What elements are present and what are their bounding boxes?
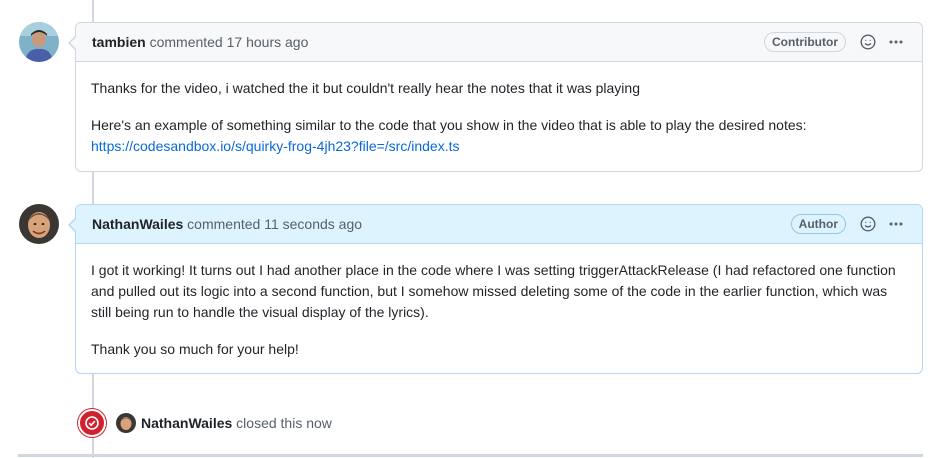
comment-action: commented bbox=[149, 34, 223, 50]
comment-nathanwailes: NathanWailes commented 11 seconds ago Au… bbox=[68, 204, 923, 376]
comment-header: NathanWailes commented 11 seconds ago Au… bbox=[76, 205, 922, 244]
kebab-horizontal-icon[interactable] bbox=[886, 214, 906, 234]
comment-header-text: tambien commented 17 hours ago bbox=[92, 34, 764, 50]
comment-paragraph: I got it working! It turns out I had ano… bbox=[91, 262, 896, 320]
codesandbox-link[interactable]: https://codesandbox.io/s/quirky-frog-4jh… bbox=[91, 138, 459, 154]
comment-paragraph: Here's an example of something similar t… bbox=[91, 115, 907, 157]
comment-timestamp[interactable]: 17 hours ago bbox=[227, 34, 309, 50]
kebab-horizontal-icon[interactable] bbox=[886, 32, 906, 52]
comment-tambien: tambien commented 17 hours ago Contribut… bbox=[68, 22, 923, 173]
avatar-tambien[interactable] bbox=[19, 22, 59, 62]
comment-paragraph-text: Here's an example of something similar t… bbox=[91, 117, 807, 133]
issue-closed-icon bbox=[78, 409, 106, 437]
closed-event: NathanWailes closed this now bbox=[78, 407, 332, 439]
comment-author[interactable]: NathanWailes bbox=[92, 216, 183, 232]
comment-header-text: NathanWailes commented 11 seconds ago bbox=[92, 216, 791, 232]
closed-event-text: NathanWailes closed this now bbox=[141, 415, 332, 431]
timeline-divider bbox=[18, 454, 923, 457]
avatar-nathanwailes[interactable] bbox=[19, 204, 59, 244]
closed-event-action: closed this now bbox=[236, 415, 332, 431]
avatar-nathanwailes-small[interactable] bbox=[116, 413, 136, 433]
comment-paragraph: Thanks for the video, i watched the it b… bbox=[91, 80, 640, 96]
author-badge: Author bbox=[790, 214, 846, 234]
smiley-icon[interactable] bbox=[858, 32, 878, 52]
comment-timestamp[interactable]: 11 seconds ago bbox=[264, 216, 362, 232]
contributor-badge: Contributor bbox=[764, 32, 846, 52]
smiley-icon[interactable] bbox=[858, 214, 878, 234]
comment-author[interactable]: tambien bbox=[92, 34, 146, 50]
comment-paragraph: Thank you so much for your help! bbox=[91, 341, 299, 357]
comment-header: tambien commented 17 hours ago Contribut… bbox=[76, 23, 922, 62]
comment-action: commented bbox=[187, 216, 261, 232]
closed-event-user[interactable]: NathanWailes bbox=[141, 415, 232, 431]
comment-body: I got it working! It turns out I had ano… bbox=[76, 244, 922, 376]
comment-body: Thanks for the video, i watched the it b… bbox=[76, 62, 922, 173]
